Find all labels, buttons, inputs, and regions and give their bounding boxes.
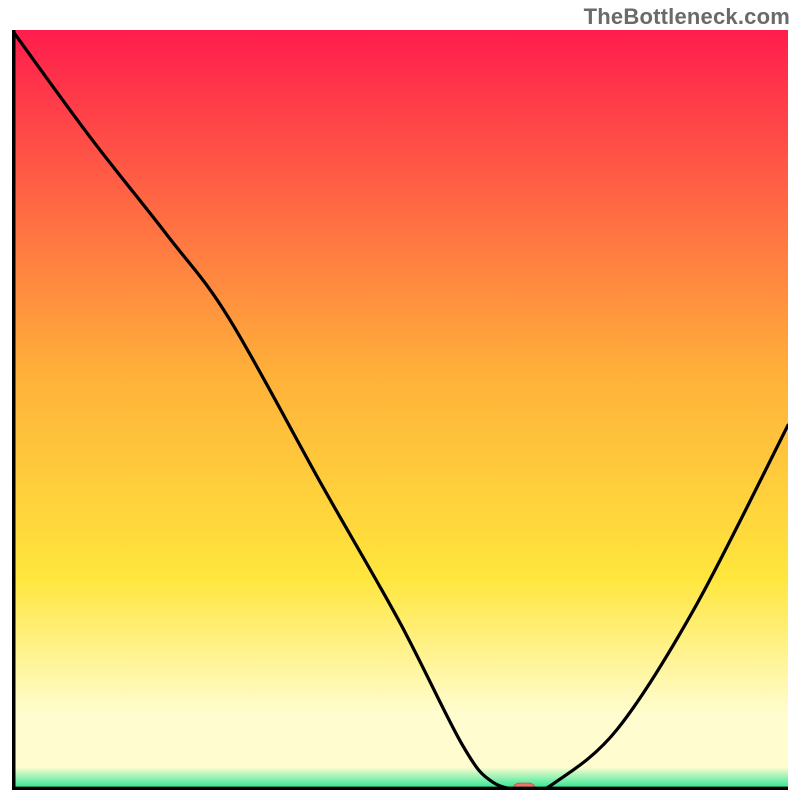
watermark-text: TheBottleneck.com — [584, 4, 790, 30]
gradient-background — [12, 30, 788, 790]
bottleneck-chart — [12, 30, 788, 790]
chart-frame: TheBottleneck.com — [0, 0, 800, 800]
